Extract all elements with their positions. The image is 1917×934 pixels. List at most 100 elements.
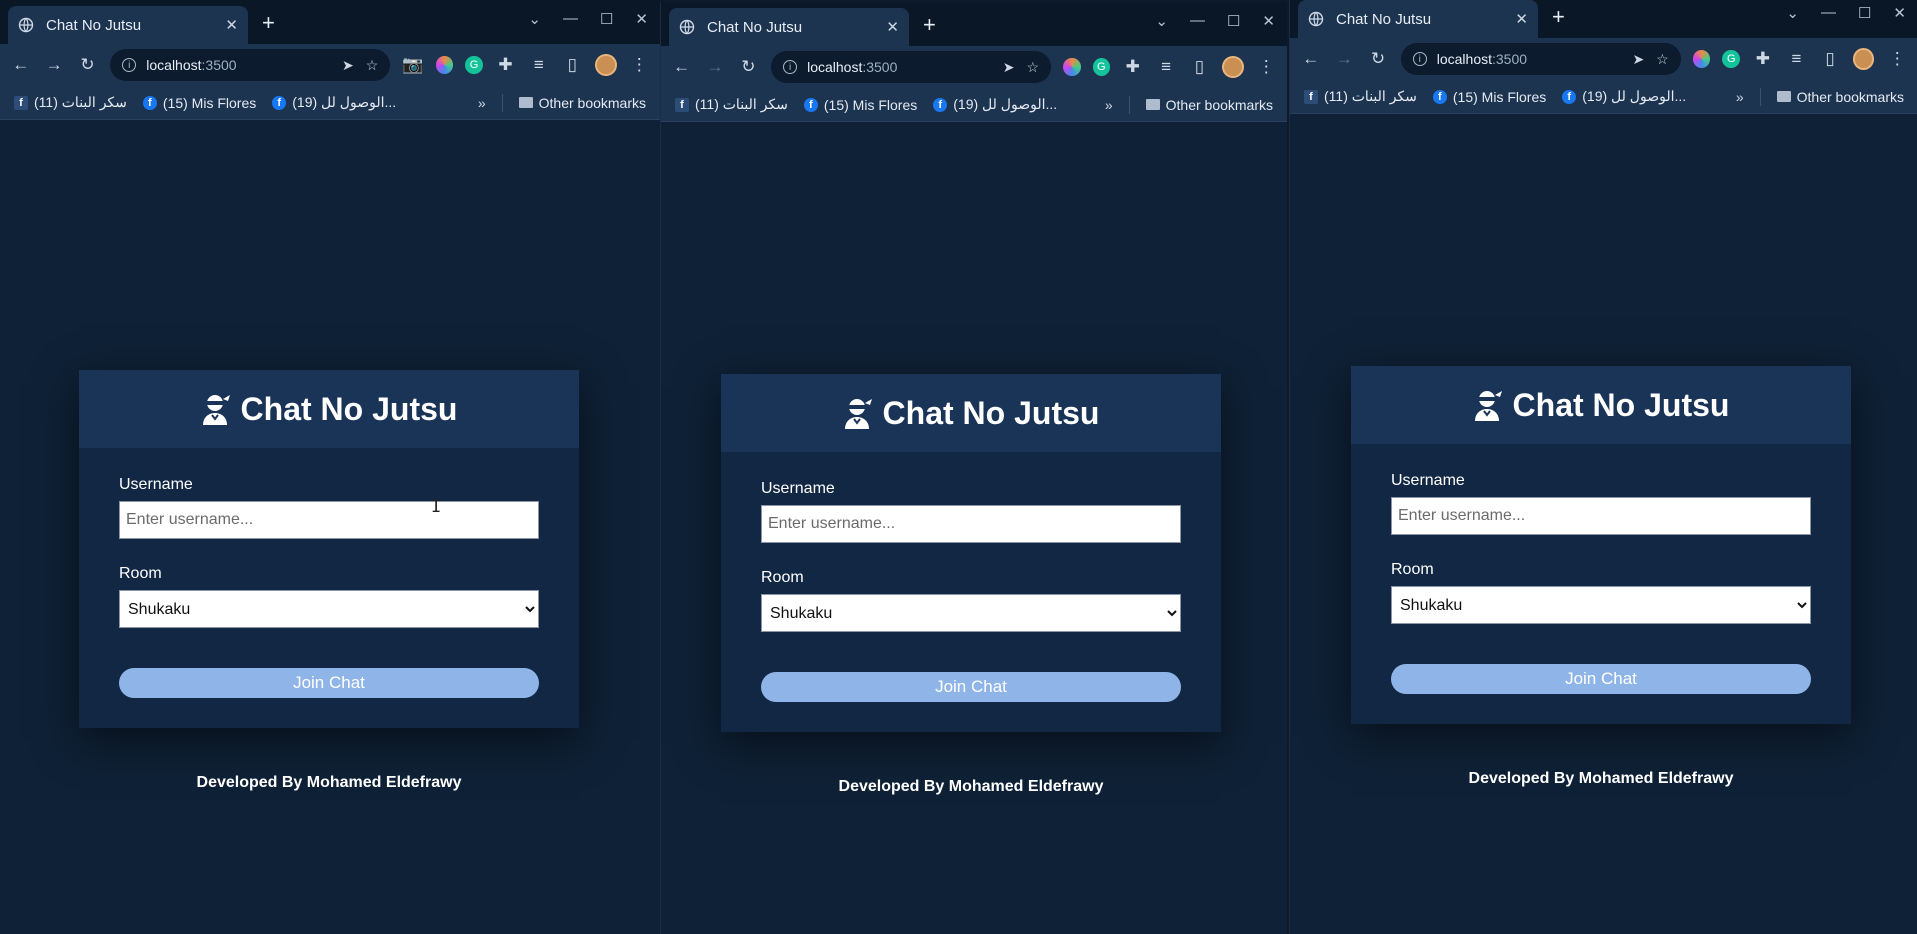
minimize-icon[interactable]: — <box>1821 4 1836 22</box>
tab-title: Chat No Jutsu <box>1336 10 1432 28</box>
join-chat-button[interactable]: Join Chat <box>119 668 539 698</box>
reload-icon[interactable]: ↻ <box>77 54 98 76</box>
new-tab-icon[interactable]: + <box>1552 4 1565 30</box>
new-tab-icon[interactable]: + <box>923 12 936 38</box>
other-bookmarks[interactable]: Other bookmarks <box>1776 89 1904 105</box>
room-select[interactable]: Shukaku <box>1391 586 1811 624</box>
grammarly-icon[interactable]: G <box>1092 58 1111 76</box>
maximize-icon[interactable]: ☐ <box>1227 12 1240 30</box>
side-panel-icon[interactable]: ▯ <box>1819 48 1841 70</box>
avatar[interactable] <box>1222 56 1244 78</box>
menu-dots-icon[interactable]: ⋮ <box>629 54 650 76</box>
chevron-down-icon[interactable]: ⌄ <box>528 10 541 28</box>
other-bookmarks[interactable]: Other bookmarks <box>1145 97 1273 113</box>
other-bookmarks[interactable]: Other bookmarks <box>518 95 646 111</box>
close-tab-icon[interactable]: ✕ <box>1515 10 1528 28</box>
menu-dots-icon[interactable]: ⋮ <box>1256 56 1277 78</box>
media-queue-icon[interactable]: ≡ <box>1155 56 1176 78</box>
menu-dots-icon[interactable]: ⋮ <box>1886 48 1908 70</box>
minimize-icon[interactable]: — <box>1190 12 1205 30</box>
reload-icon[interactable]: ↻ <box>1367 48 1389 70</box>
maximize-icon[interactable]: ☐ <box>1858 4 1871 22</box>
room-select[interactable]: Shukaku <box>761 594 1181 632</box>
bookmark-1[interactable]: f (11) سكر البنات <box>1304 88 1417 105</box>
bookmark-2[interactable]: f (15) Mis Flores <box>142 95 256 111</box>
avatar[interactable] <box>1852 48 1875 70</box>
username-input[interactable] <box>761 505 1181 543</box>
bookmark-3[interactable]: f (19) الوصول لل... <box>933 96 1057 113</box>
page-content: Chat No Jutsu Username Room Shukaku Join… <box>0 120 660 934</box>
bookmark-3[interactable]: f (19) الوصول لل... <box>1562 88 1686 105</box>
site-info-icon[interactable]: i <box>1412 52 1427 66</box>
avatar[interactable] <box>595 54 617 76</box>
bookmark-2[interactable]: f (15) Mis Flores <box>803 97 917 113</box>
room-label: Room <box>761 569 804 586</box>
browser-tab[interactable]: Chat No Jutsu ✕ <box>1298 0 1538 38</box>
forward-arrow-icon[interactable]: → <box>1334 48 1356 70</box>
browser-tab[interactable]: Chat No Jutsu ✕ <box>8 6 248 44</box>
close-tab-icon[interactable]: ✕ <box>886 18 899 36</box>
bookmark-1[interactable]: f (11) سكر البنات <box>675 96 788 113</box>
color-extension-icon[interactable] <box>1692 50 1711 68</box>
send-icon[interactable]: ➤ <box>1632 51 1644 68</box>
puzzle-icon[interactable]: ✚ <box>495 54 516 76</box>
camera-icon[interactable]: 📷 <box>402 54 423 76</box>
globe-icon <box>1308 11 1324 27</box>
username-input[interactable] <box>1391 497 1811 535</box>
send-icon[interactable]: ➤ <box>1003 59 1015 76</box>
media-queue-icon[interactable]: ≡ <box>1786 48 1808 70</box>
puzzle-icon[interactable]: ✚ <box>1122 56 1143 78</box>
join-chat-button[interactable]: Join Chat <box>1391 664 1811 694</box>
join-chat-button[interactable]: Join Chat <box>761 672 1181 702</box>
url-port: :3500 <box>862 59 898 75</box>
address-bar[interactable]: i localhost:3500 ➤ ☆ <box>110 49 391 81</box>
chevron-down-icon[interactable]: ⌄ <box>1155 12 1168 30</box>
facebook-icon: f <box>1432 89 1447 104</box>
back-arrow-icon[interactable]: ← <box>1300 48 1322 70</box>
media-queue-icon[interactable]: ≡ <box>528 54 549 76</box>
username-input[interactable] <box>119 501 539 539</box>
forward-arrow-icon[interactable]: → <box>43 54 64 76</box>
star-icon[interactable]: ☆ <box>366 57 379 74</box>
puzzle-icon[interactable]: ✚ <box>1752 48 1774 70</box>
side-panel-icon[interactable]: ▯ <box>562 54 583 76</box>
more-bookmarks-button[interactable]: » <box>1736 89 1744 105</box>
reload-icon[interactable]: ↻ <box>738 56 759 78</box>
minimize-icon[interactable]: — <box>563 10 578 28</box>
grammarly-icon[interactable]: G <box>465 56 483 74</box>
card-body: Username Room Shukaku Join Chat <box>1351 444 1851 724</box>
room-label: Room <box>1391 561 1434 578</box>
room-select[interactable]: Shukaku <box>119 590 539 628</box>
browser-toolbar: ← → ↻ i localhost:3500 ➤ ☆ G ✚ ≡ ▯ ⋮ <box>1290 38 1917 80</box>
close-window-icon[interactable]: ✕ <box>1893 4 1906 22</box>
side-panel-icon[interactable]: ▯ <box>1189 56 1210 78</box>
bookmark-1[interactable]: f (11) سكر البنات <box>14 94 127 111</box>
address-bar[interactable]: i localhost:3500 ➤ ☆ <box>771 51 1052 83</box>
more-bookmarks-button[interactable]: » <box>478 95 486 111</box>
more-bookmarks-button[interactable]: » <box>1105 97 1113 113</box>
star-icon[interactable]: ☆ <box>1027 59 1040 76</box>
chevron-down-icon[interactable]: ⌄ <box>1786 4 1799 22</box>
folder-icon <box>1776 91 1791 102</box>
maximize-icon[interactable]: ☐ <box>600 10 613 28</box>
close-tab-icon[interactable]: ✕ <box>225 16 238 34</box>
login-card: Chat No Jutsu Username Room Shukaku Join… <box>79 370 579 728</box>
close-window-icon[interactable]: ✕ <box>635 10 648 28</box>
back-arrow-icon[interactable]: ← <box>10 54 31 76</box>
forward-arrow-icon[interactable]: → <box>704 56 725 78</box>
site-info-icon[interactable]: i <box>783 60 798 74</box>
bookmark-2[interactable]: f (15) Mis Flores <box>1432 89 1546 105</box>
new-tab-icon[interactable]: + <box>262 10 275 36</box>
star-icon[interactable]: ☆ <box>1656 51 1669 68</box>
close-window-icon[interactable]: ✕ <box>1262 12 1275 30</box>
send-icon[interactable]: ➤ <box>342 57 354 74</box>
divider <box>1759 87 1761 106</box>
bookmark-3[interactable]: f (19) الوصول لل... <box>272 94 396 111</box>
browser-tab[interactable]: Chat No Jutsu ✕ <box>669 8 909 46</box>
color-extension-icon[interactable] <box>435 56 454 74</box>
grammarly-icon[interactable]: G <box>1722 50 1741 68</box>
color-extension-icon[interactable] <box>1063 58 1081 76</box>
site-info-icon[interactable]: i <box>122 58 137 72</box>
back-arrow-icon[interactable]: ← <box>671 56 692 78</box>
address-bar[interactable]: i localhost:3500 ➤ ☆ <box>1400 43 1681 75</box>
